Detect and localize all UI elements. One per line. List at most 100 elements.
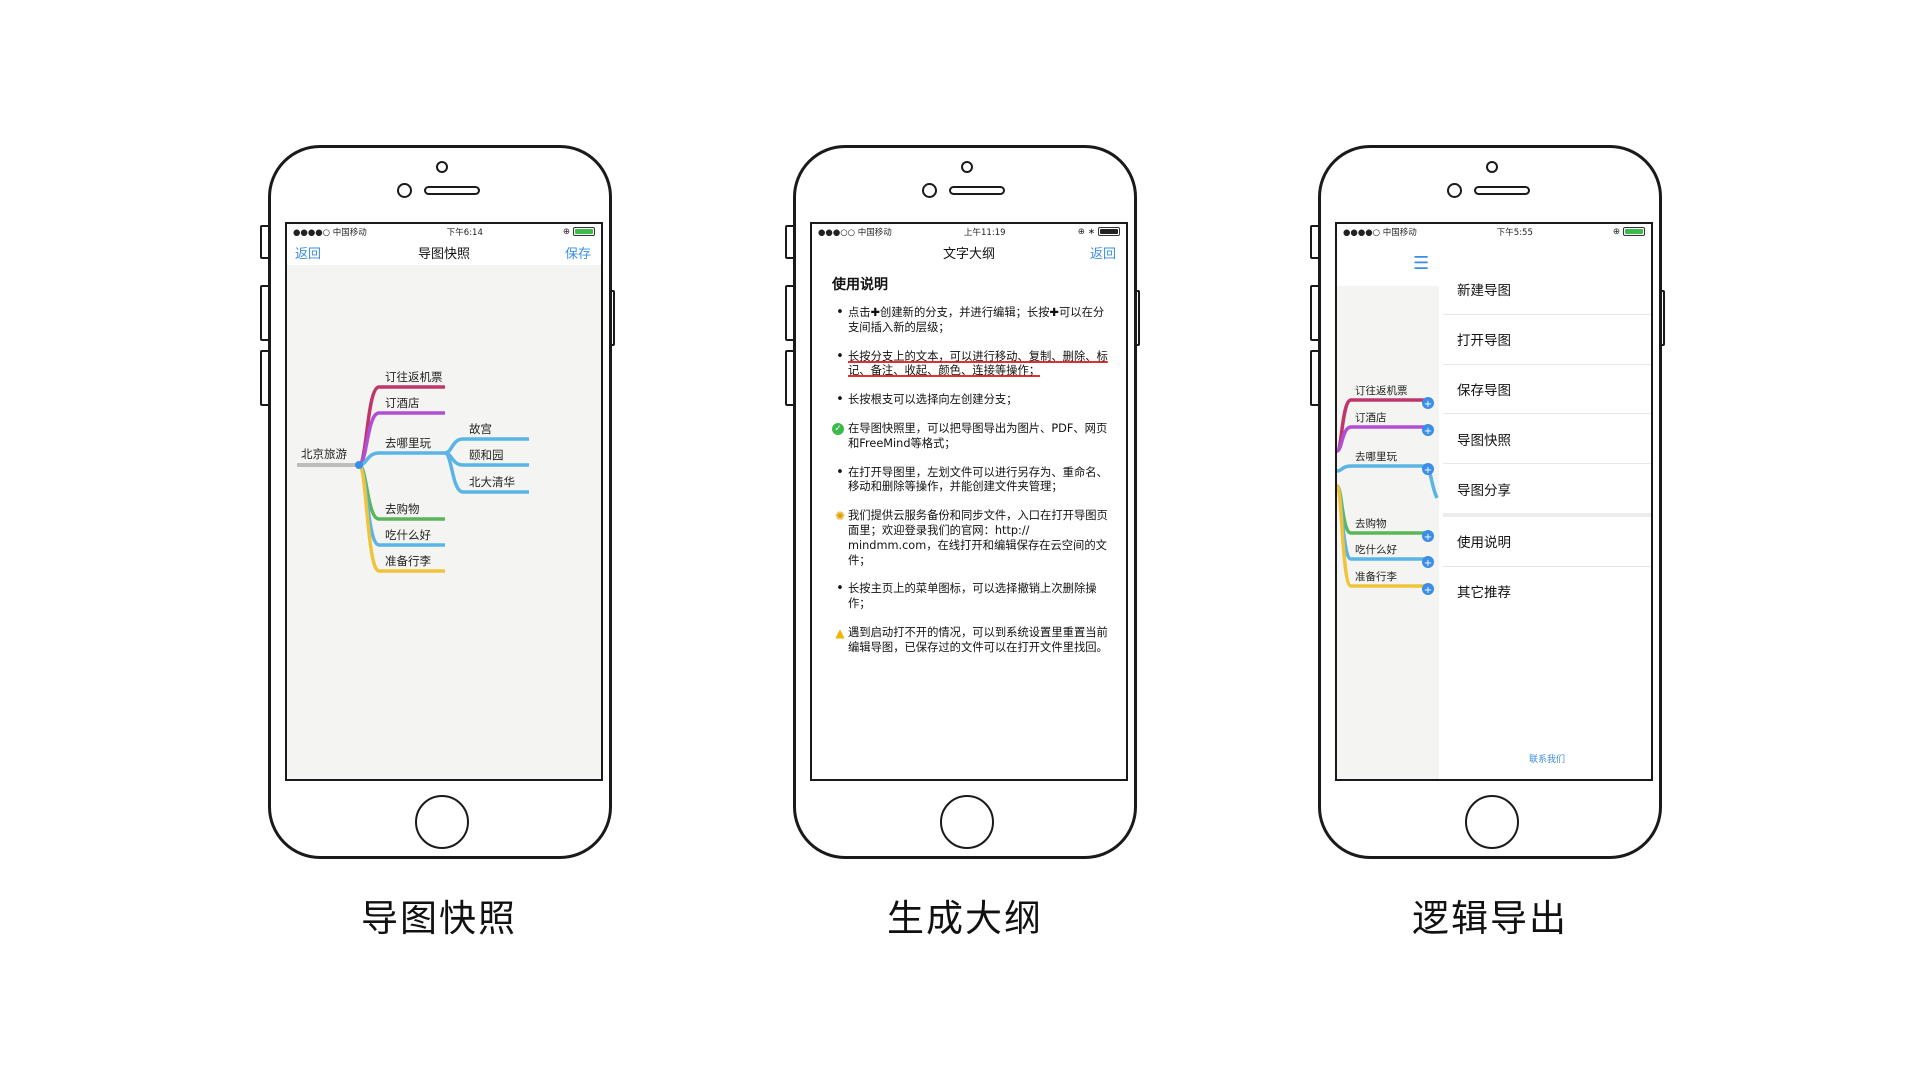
mindmap-branch-4[interactable]: 吃什么好 [1355, 543, 1397, 556]
phone-mockup-snapshot: ●●●●○ 中国移动 下午6:14 ⊕ 返回 导图快照 保存 北京旅游 订往返机… [260, 145, 615, 859]
mindmap-branch-2[interactable]: 去哪里玩 [1355, 451, 1397, 463]
nav-title: 导图快照 [417, 246, 470, 262]
mindmap-branch-5[interactable]: 准备行李 [385, 554, 431, 568]
check-icon: ✓ [832, 422, 844, 435]
add-branch-icon[interactable]: + [1422, 583, 1434, 596]
status-bar: ●●●●○ 中国移动 下午5:55 ⊕ [1337, 224, 1651, 239]
mindmap-svg: 订往返机票 订酒店 去哪里玩 去购物 吃什么好 准备行李 + + + + + + [1337, 384, 1439, 596]
back-button[interactable]: 返回 [295, 243, 321, 262]
list-item[interactable]: 长按根支可以选择向左创建分支； [832, 393, 1114, 408]
lock-icon: ⊕ [1077, 226, 1085, 237]
lock-icon: ⊕ [562, 226, 570, 237]
carrier-label: ●●●●○ 中国移动 [293, 227, 367, 238]
lock-icon: ⊕ [1612, 226, 1620, 237]
list-item[interactable]: ✓ 在导图快照里，可以把导图导出为图片、PDF、网页和FreeMind等格式； [832, 422, 1114, 452]
bullet-dot-icon [834, 466, 846, 481]
phone-body: ●●●●○ 中国移动 下午6:14 ⊕ 返回 导图快照 保存 北京旅游 订往返机… [268, 145, 612, 859]
svg-text:+: + [1424, 558, 1432, 569]
list-item-text: 长按主页上的菜单图标，可以选择撤销上次删除操作； [848, 582, 1097, 611]
svg-text:+: + [1424, 585, 1432, 596]
bullet-dot-icon [834, 350, 846, 365]
bluetooth-icon: ∗ [1087, 226, 1095, 237]
side-menu: 新建导图 打开导图 保存导图 导图快照 导图分享 使用说明 其它推荐 联系我们 [1443, 265, 1651, 779]
branch-line-1 [1337, 425, 1425, 453]
outline-content: 使用说明 点击✚创建新的分支，并进行编辑；长按✚可以在分支间插入新的层级； 长按… [812, 265, 1126, 656]
battery-icon [572, 227, 595, 236]
add-branch-icon[interactable]: + [1422, 397, 1434, 410]
front-camera [1447, 183, 1462, 198]
phone-screen: ●●●○○ 中国移动 上午11:19 ⊕∗ 文字大纲 返回 使用说明 点击✚创建… [810, 222, 1128, 781]
menu-item-recommend[interactable]: 其它推荐 [1443, 567, 1651, 616]
add-branch-icon[interactable]: + [1422, 463, 1434, 476]
earpiece-speaker [949, 186, 1005, 195]
phone-mockup-export: ●●●●○ 中国移动 下午5:55 ⊕ ☰ 订往返机票 订酒店 去哪里玩 去购物… [1310, 145, 1665, 859]
phone-body: ●●●○○ 中国移动 上午11:19 ⊕∗ 文字大纲 返回 使用说明 点击✚创建… [793, 145, 1137, 859]
list-item[interactable]: 长按分支上的文本，可以进行移动、复制、删除、标记、备注、收起、颜色、连接等操作； [832, 350, 1114, 380]
add-branch-icon[interactable]: + [1422, 424, 1434, 437]
carrier-label: ●●●●○ 中国移动 [1343, 227, 1417, 238]
mindmap-subbranch-2[interactable]: 北大清华 [469, 475, 515, 489]
front-camera [397, 183, 412, 198]
mindmap-branch-1[interactable]: 订酒店 [385, 396, 420, 410]
bullet-dot-icon [834, 393, 846, 408]
mindmap-subbranch-1[interactable]: 颐和园 [469, 448, 504, 462]
mindmap-root[interactable]: 北京旅游 [301, 447, 347, 461]
branch-line-2 [1337, 464, 1425, 473]
mindmap-canvas[interactable]: 订往返机票 订酒店 去哪里玩 去购物 吃什么好 准备行李 + + + + + + [1337, 286, 1439, 779]
menu-item-save-map[interactable]: 保存导图 [1443, 365, 1651, 415]
menu-item-new-map[interactable]: 新建导图 [1443, 265, 1651, 315]
mindmap-branch-4[interactable]: 吃什么好 [385, 528, 431, 542]
earpiece-speaker [1474, 186, 1530, 195]
svg-text:+: + [1424, 465, 1432, 476]
mindmap-branch-1[interactable]: 订酒店 [1355, 411, 1387, 424]
list-item[interactable]: 长按主页上的菜单图标，可以选择撤销上次删除操作； [832, 582, 1114, 612]
list-item[interactable]: 点击✚创建新的分支，并进行编辑；长按✚可以在分支间插入新的层级； [832, 306, 1114, 336]
save-button[interactable]: 保存 [565, 243, 591, 262]
menu-item-share[interactable]: 导图分享 [1443, 464, 1651, 517]
mindmap-branch-3[interactable]: 去购物 [385, 502, 420, 516]
hamburger-menu-icon[interactable]: ☰ [1413, 253, 1429, 274]
mindmap-branch-5[interactable]: 准备行李 [1355, 570, 1397, 583]
home-button [415, 795, 469, 849]
caption-export: 逻辑导出 [1412, 897, 1568, 940]
mindmap-branch-0[interactable]: 订往返机票 [1355, 384, 1408, 397]
contact-us-link[interactable]: 联系我们 [1443, 752, 1651, 765]
nav-bar: 返回 导图快照 保存 [287, 239, 601, 265]
bullet-dot-icon [834, 306, 846, 321]
list-item[interactable]: 在打开导图里，左划文件可以进行另存为、重命名、移动和删除等操作，并能创建文件夹管… [832, 466, 1114, 496]
mindmap-canvas[interactable]: 北京旅游 订往返机票 订酒店 去哪里玩 故宫 颐和园 北大清华 去购物 吃什么好… [287, 265, 601, 779]
list-item-text: 长按根支可以选择向左创建分支； [848, 393, 1018, 407]
home-button [940, 795, 994, 849]
mindmap-subbranch-0[interactable]: 故宫 [469, 422, 492, 436]
back-button[interactable]: 返回 [1090, 243, 1116, 262]
outline-heading: 使用说明 [832, 277, 888, 293]
mindmap-branch-3[interactable]: 去购物 [1355, 517, 1387, 530]
phone-body: ●●●●○ 中国移动 下午5:55 ⊕ ☰ 订往返机票 订酒店 去哪里玩 去购物… [1318, 145, 1662, 859]
mindmap-svg: 北京旅游 订往返机票 订酒店 去哪里玩 故宫 颐和园 北大清华 去购物 吃什么好… [297, 370, 529, 573]
battery-icon [1097, 227, 1120, 236]
list-item-text: 遇到启动打不开的情况，可以到系统设置里重置当前编辑导图，已保存过的文件可以在打开… [848, 625, 1108, 654]
list-item[interactable]: ✺ 我们提供云服务备份和同步文件，入口在打开导图页面里；欢迎登录我们的官网：htt… [832, 509, 1114, 568]
list-item-text: 在打开导图里，左划文件可以进行另存为、重命名、移动和删除等操作，并能创建文件夹管… [848, 465, 1108, 494]
proximity-sensor [436, 161, 448, 173]
nav-bar: 文字大纲 返回 [812, 239, 1126, 265]
mindmap-branch-0[interactable]: 订往返机票 [385, 370, 443, 384]
home-button [1465, 795, 1519, 849]
status-bar: ●●●●○ 中国移动 下午6:14 ⊕ [287, 224, 601, 239]
menu-item-snapshot[interactable]: 导图快照 [1443, 414, 1651, 465]
mindmap-preview: ☰ 订往返机票 订酒店 去哪里玩 去购物 吃什么好 准备行李 + + + + +… [1337, 239, 1439, 779]
svg-text:+: + [1424, 426, 1432, 437]
list-item[interactable]: ▲ 遇到启动打不开的情况，可以到系统设置里重置当前编辑导图，已保存过的文件可以在打… [832, 626, 1114, 656]
list-item-text: 在导图快照里，可以把导图导出为图片、PDF、网页和FreeMind等格式； [848, 421, 1108, 450]
mindmap-branch-2[interactable]: 去哪里玩 [385, 436, 431, 450]
menu-item-help[interactable]: 使用说明 [1443, 517, 1651, 567]
add-branch-icon[interactable]: + [1422, 556, 1434, 569]
phone-screen: ●●●●○ 中国移动 下午6:14 ⊕ 返回 导图快照 保存 北京旅游 订往返机… [285, 222, 603, 781]
add-branch-icon[interactable]: + [1422, 530, 1434, 543]
menu-item-open-map[interactable]: 打开导图 [1443, 315, 1651, 365]
clock: 下午6:14 [446, 227, 483, 238]
earpiece-speaker [424, 186, 480, 195]
list-item-text: 长按分支上的文本，可以进行移动、复制、删除、标记、备注、收起、颜色、连接等操作； [848, 349, 1108, 378]
svg-text:+: + [1424, 532, 1432, 543]
carrier-label: ●●●○○ 中国移动 [818, 227, 892, 238]
